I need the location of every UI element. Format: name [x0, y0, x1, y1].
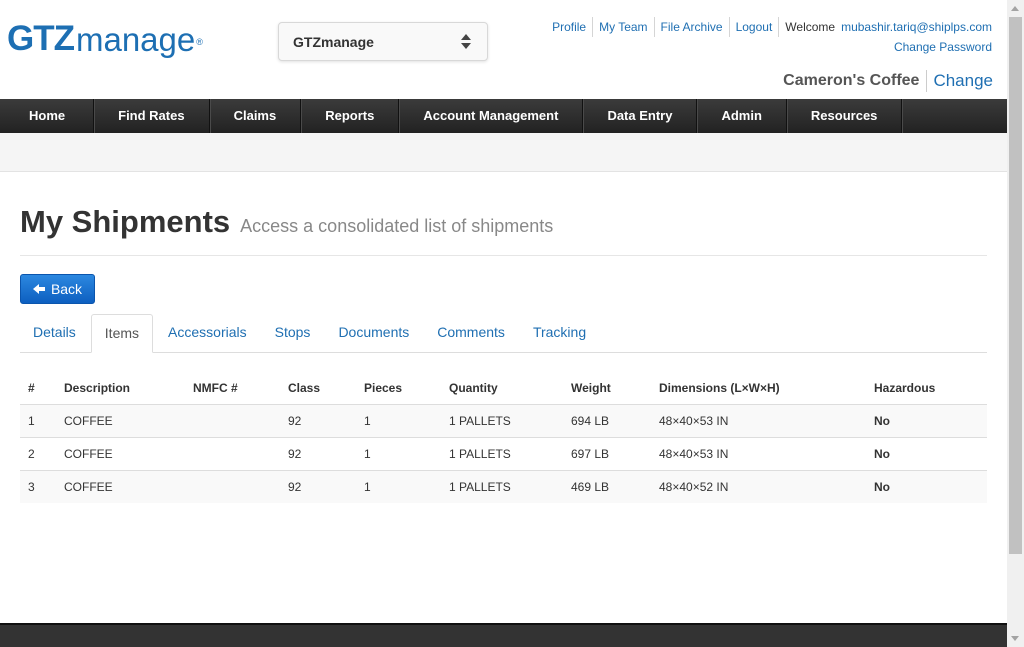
page: GTZ manage ® GTZmanage Profile My Team F…: [0, 0, 1007, 647]
page-subtitle: Access a consolidated list of shipments: [240, 216, 554, 236]
customer-switcher: Cameron's Coffee Change: [783, 70, 993, 92]
cell-class: 92: [280, 437, 356, 471]
top-links: Profile My Team File Archive Logout Welc…: [546, 17, 992, 37]
cell-nmfc: [185, 437, 280, 471]
company-select[interactable]: GTZmanage: [278, 22, 488, 61]
arrow-left-icon: [32, 284, 45, 294]
nav-find-rates[interactable]: Find Rates: [94, 99, 210, 133]
cell-nmfc: [185, 470, 280, 503]
welcome-label: Welcome: [785, 20, 836, 34]
select-caret-icon: [461, 33, 471, 51]
col-header-weight: Weight: [563, 371, 651, 405]
logo-text-manage: manage: [75, 21, 196, 58]
cell-number: 2: [20, 437, 56, 471]
tab-comments[interactable]: Comments: [424, 314, 518, 352]
back-button[interactable]: Back: [20, 274, 95, 304]
cell-class: 92: [280, 404, 356, 438]
my-team-link[interactable]: My Team: [593, 17, 655, 37]
change-customer-link[interactable]: Change: [927, 71, 993, 91]
nav-data-entry[interactable]: Data Entry: [583, 99, 698, 133]
col-header-pieces: Pieces: [356, 371, 441, 405]
table-row: 2 COFFEE 92 1 1 PALLETS 697 LB 48×40×53 …: [20, 437, 987, 471]
table-row: 1 COFFEE 92 1 1 PALLETS 694 LB 48×40×53 …: [20, 404, 987, 438]
tab-tracking[interactable]: Tracking: [520, 314, 599, 352]
page-footer: [0, 623, 1007, 647]
registered-mark: ®: [196, 37, 203, 47]
nav-reports[interactable]: Reports: [301, 99, 400, 133]
company-select-value: GTZmanage: [293, 33, 374, 50]
cell-hazardous: No: [866, 404, 987, 438]
cell-class: 92: [280, 470, 356, 503]
file-archive-link[interactable]: File Archive: [655, 17, 730, 37]
cell-pieces: 1: [356, 470, 441, 503]
items-table: # Description NMFC # Class Pieces Quanti…: [20, 371, 987, 503]
table-row: 3 COFFEE 92 1 1 PALLETS 469 LB 48×40×52 …: [20, 470, 987, 503]
nav-home[interactable]: Home: [0, 99, 95, 133]
cell-weight: 469 LB: [563, 470, 651, 503]
scroll-down-arrow-icon[interactable]: [1007, 630, 1024, 647]
cell-quantity: 1 PALLETS: [441, 404, 563, 438]
cell-weight: 694 LB: [563, 404, 651, 438]
shipment-tabs: Details Items Accessorials Stops Documen…: [20, 314, 987, 353]
cell-quantity: 1 PALLETS: [441, 470, 563, 503]
nav-account-management[interactable]: Account Management: [399, 99, 584, 133]
cell-description: COFFEE: [56, 470, 185, 503]
change-password-link[interactable]: Change Password: [894, 40, 992, 54]
cell-hazardous: No: [866, 437, 987, 471]
scroll-up-arrow-icon[interactable]: [1007, 0, 1024, 17]
cell-hazardous: No: [866, 470, 987, 503]
page-header: My Shipments Access a consolidated list …: [20, 204, 553, 240]
gtzmanage-logo[interactable]: GTZ manage ®: [7, 14, 203, 56]
vertical-scrollbar[interactable]: [1007, 0, 1024, 647]
cell-nmfc: [185, 404, 280, 438]
cell-description: COFFEE: [56, 437, 185, 471]
cell-dimensions: 48×40×52 IN: [651, 470, 866, 503]
profile-link[interactable]: Profile: [546, 17, 594, 37]
cell-quantity: 1 PALLETS: [441, 437, 563, 471]
col-header-quantity: Quantity: [441, 371, 563, 405]
sub-nav-bar: [0, 133, 1007, 172]
col-header-nmfc: NMFC #: [185, 371, 280, 405]
cell-dimensions: 48×40×53 IN: [651, 404, 866, 438]
table-header-row: # Description NMFC # Class Pieces Quanti…: [20, 371, 987, 405]
tab-items[interactable]: Items: [90, 314, 154, 353]
scrollbar-thumb[interactable]: [1009, 17, 1022, 554]
customer-name: Cameron's Coffee: [783, 70, 928, 92]
col-header-number: #: [20, 371, 56, 405]
page-title: My Shipments: [20, 204, 231, 239]
tab-stops[interactable]: Stops: [262, 314, 324, 352]
tab-documents[interactable]: Documents: [325, 314, 422, 352]
cell-number: 1: [20, 404, 56, 438]
cell-description: COFFEE: [56, 404, 185, 438]
cell-dimensions: 48×40×53 IN: [651, 437, 866, 471]
col-header-hazardous: Hazardous: [866, 371, 987, 405]
tab-accessorials[interactable]: Accessorials: [155, 314, 260, 352]
logo-text-gtz: GTZ: [7, 19, 75, 58]
nav-claims[interactable]: Claims: [210, 99, 302, 133]
col-header-class: Class: [280, 371, 356, 405]
logout-link[interactable]: Logout: [730, 17, 780, 37]
cell-pieces: 1: [356, 437, 441, 471]
col-header-description: Description: [56, 371, 185, 405]
cell-number: 3: [20, 470, 56, 503]
col-header-dimensions: Dimensions (L×W×H): [651, 371, 866, 405]
main-nav: Home Find Rates Claims Reports Account M…: [0, 99, 1007, 133]
cell-pieces: 1: [356, 404, 441, 438]
header-divider: [20, 255, 987, 256]
cell-weight: 697 LB: [563, 437, 651, 471]
nav-admin[interactable]: Admin: [697, 99, 787, 133]
nav-resources[interactable]: Resources: [787, 99, 903, 133]
tab-details[interactable]: Details: [20, 314, 89, 352]
back-button-label: Back: [50, 281, 83, 297]
user-email-link[interactable]: mubashir.tariq@shiplps.com: [841, 20, 992, 34]
